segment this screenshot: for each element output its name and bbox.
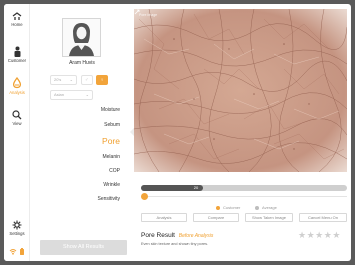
gear-icon (12, 220, 22, 230)
legend-customer: Customer (216, 205, 240, 210)
age-select[interactable]: 20's ⌄ (50, 75, 77, 85)
nav-item-customer[interactable]: Customer (4, 46, 30, 63)
menu-item-sensitivity[interactable]: Sensitivity (97, 196, 120, 202)
menu-item-cop[interactable]: COP (109, 168, 120, 174)
compare-button[interactable]: Compare (193, 213, 239, 222)
result-title: Pore Result (141, 232, 175, 239)
nav-label: Settings (9, 231, 25, 236)
user-silhouette-icon (69, 23, 94, 56)
score-value: 20 (193, 185, 199, 190)
result-description: Even skin texture and shown tiny pores. (141, 242, 209, 246)
app-frame: Home Customer Analysis View Settings Ara… (4, 4, 351, 261)
search-icon (12, 110, 22, 120)
show-all-results-button[interactable]: Show All Results (40, 240, 127, 255)
nav-rail: Home Customer Analysis View Settings (4, 4, 30, 261)
status-icons (9, 248, 25, 256)
menu-item-melanin[interactable]: Melanin (102, 154, 120, 160)
star-icon: ★ (315, 230, 324, 240)
nav-label: View (12, 121, 22, 126)
chevron-down-icon: ⌄ (69, 77, 73, 82)
nav-item-home[interactable]: Home (4, 12, 30, 27)
analysis-button[interactable]: Analysis (141, 213, 187, 222)
nav-label: Home (11, 22, 23, 27)
menu-item-pore[interactable]: Pore (102, 136, 120, 146)
nav-item-analysis[interactable]: Analysis (4, 77, 30, 95)
result-heading: Pore Result Before Analysis (141, 232, 213, 239)
nav-label: Customer (7, 58, 27, 63)
chevron-down-icon: ⌄ (85, 92, 89, 97)
customer-icon (14, 46, 20, 57)
nav-item-settings[interactable]: Settings (4, 220, 30, 236)
female-icon: ♀ (100, 77, 104, 82)
home-icon (12, 12, 22, 20)
customer-dot-icon (216, 205, 220, 210)
skin-texture-image (134, 9, 347, 172)
image-caption: Pore Image (139, 13, 158, 17)
legend-average: Average (255, 205, 277, 210)
show-taken-image-button[interactable]: Show Taken Image (245, 213, 293, 222)
nav-item-view[interactable]: View (4, 110, 30, 126)
menu-item-wrinkle[interactable]: Wrinkle (103, 182, 120, 188)
expand-icon[interactable] (134, 9, 140, 15)
legend-average-label: Average (262, 205, 277, 210)
nav-label: Analysis (9, 90, 25, 95)
result-status: Before Analysis (178, 233, 214, 239)
age-value: 20's (54, 77, 62, 82)
gender-male-toggle[interactable]: ♂ (81, 75, 93, 85)
region-value: Asian (54, 92, 65, 97)
cancel-menu-button[interactable]: Cancel Menu On (299, 213, 347, 222)
comparison-marker[interactable] (141, 193, 148, 200)
skin-image-viewer[interactable]: Pore Image (134, 9, 347, 172)
star-icon: ★ (306, 230, 316, 240)
gender-female-toggle[interactable]: ♀ (96, 75, 108, 85)
rating-stars: ★★★★★ (298, 230, 341, 241)
analysis-panel: Aram Huvis 20's ⌄ ♂ ♀ Asian ⌄ Moisture S… (30, 4, 134, 261)
comparison-track (141, 196, 347, 197)
star-icon: ★ (298, 230, 307, 240)
region-select[interactable]: Asian ⌄ (50, 90, 93, 100)
star-icon: ★ (332, 230, 341, 240)
legend-customer-label: Customer (223, 205, 241, 210)
analysis-icon (12, 77, 22, 89)
average-dot-icon (255, 205, 259, 210)
menu-item-sebum[interactable]: Sebum (104, 122, 120, 128)
battery-icon (20, 248, 24, 255)
avatar[interactable] (62, 18, 101, 57)
customer-name: Aram Huvis (69, 60, 95, 66)
male-icon: ♂ (85, 77, 89, 82)
wifi-icon (9, 249, 17, 255)
menu-item-moisture[interactable]: Moisture (101, 107, 120, 113)
